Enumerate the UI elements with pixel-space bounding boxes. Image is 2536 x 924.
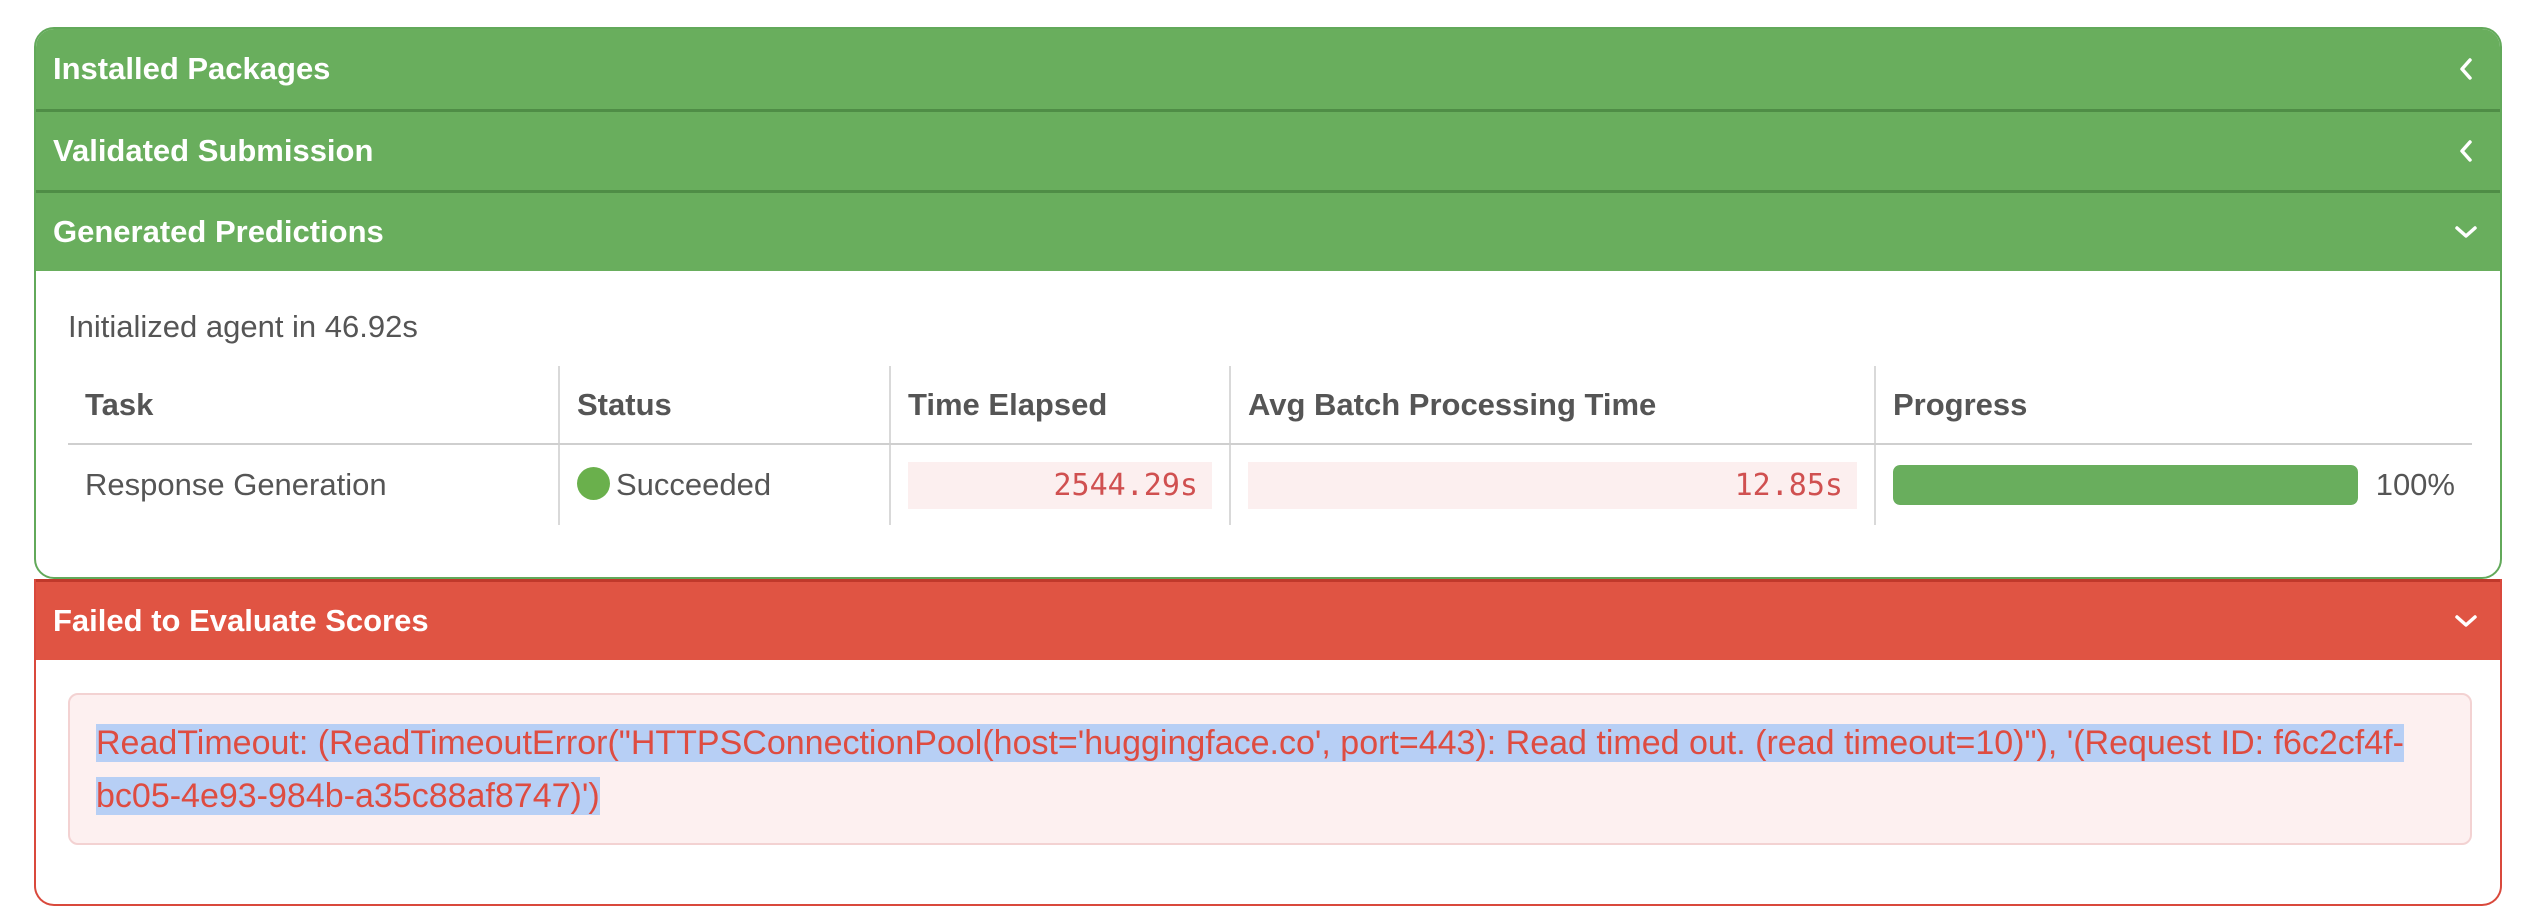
results-panel: Installed Packages Validated Submission … <box>34 27 2502 579</box>
generated-predictions-header[interactable]: Generated Predictions <box>36 190 2500 271</box>
failed-scores-body: ReadTimeout: (ReadTimeoutError("HTTPSCon… <box>36 660 2500 904</box>
task-cell: Response Generation <box>85 467 387 502</box>
status-cell: Succeeded <box>558 444 890 525</box>
init-status-text: Initialized agent in 46.92s <box>68 309 418 344</box>
time-elapsed-value: 2544.29s <box>908 461 1212 509</box>
chevron-down-icon <box>2452 607 2480 635</box>
column-header: Status <box>558 366 890 445</box>
status-text: Succeeded <box>616 466 772 502</box>
failed-scores-title: Failed to Evaluate Scores <box>53 603 429 638</box>
progress-bar <box>1893 465 2358 505</box>
time-elapsed-cell: 2544.29s <box>889 444 1230 525</box>
generated-predictions-title: Generated Predictions <box>53 214 384 249</box>
column-header: Avg Batch Processing Time <box>1229 366 1875 445</box>
validated-submission-header[interactable]: Validated Submission <box>36 109 2500 190</box>
installed-packages-title: Installed Packages <box>53 51 331 86</box>
progress-cell: 100% <box>1874 444 2472 525</box>
failed-scores-panel: Failed to Evaluate Scores ReadTimeout: (… <box>34 579 2502 906</box>
installed-packages-header[interactable]: Installed Packages <box>36 29 2500 109</box>
chevron-left-icon <box>2452 137 2480 165</box>
error-message-text[interactable]: ReadTimeout: (ReadTimeoutError("HTTPSCon… <box>96 724 2404 815</box>
chevron-left-icon <box>2452 55 2480 83</box>
column-header: Progress <box>1874 366 2472 445</box>
avg-batch-value: 12.85s <box>1248 461 1857 509</box>
chevron-down-icon <box>2452 218 2480 246</box>
failed-scores-header[interactable]: Failed to Evaluate Scores <box>36 579 2500 660</box>
generated-predictions-body: Initialized agent in 46.92s Task Status … <box>36 271 2500 577</box>
tasks-table: Task Status Time Elapsed Avg Batch Proce… <box>68 366 2472 525</box>
success-dot-icon <box>577 467 610 501</box>
column-header: Time Elapsed <box>889 366 1230 445</box>
table-row: Response Generation Succeeded 2544.29s 1… <box>68 444 2472 525</box>
column-header: Task <box>68 366 559 445</box>
validated-submission-title: Validated Submission <box>53 133 374 168</box>
table-header-row: Task Status Time Elapsed Avg Batch Proce… <box>68 366 2472 445</box>
avg-batch-cell: 12.85s <box>1229 444 1875 525</box>
progress-fill <box>1893 465 2358 505</box>
error-message-box: ReadTimeout: (ReadTimeoutError("HTTPSCon… <box>68 693 2472 845</box>
progress-percent: 100% <box>2375 467 2455 502</box>
